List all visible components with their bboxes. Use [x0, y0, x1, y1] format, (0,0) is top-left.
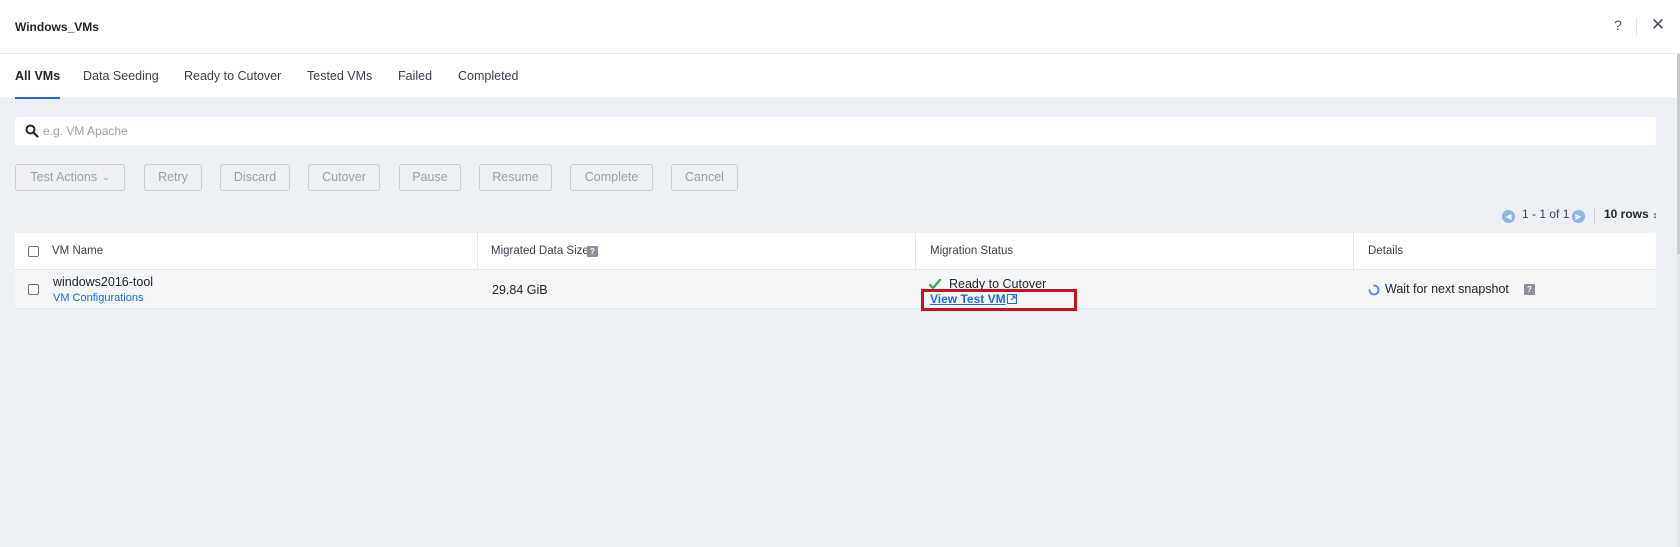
title-bar: Windows_VMs ? ✕	[0, 0, 1680, 54]
column-divider	[915, 233, 916, 270]
test-actions-button[interactable]: Test Actions ⌄	[15, 164, 125, 191]
header-migrated-size: Migrated Data Size	[491, 245, 589, 257]
tab-ready-to-cutover[interactable]: Ready to Cutover	[184, 69, 281, 99]
question-icon[interactable]: ?	[1610, 17, 1626, 37]
cancel-button[interactable]: Cancel	[671, 164, 738, 191]
row-checkbox[interactable]	[28, 284, 39, 295]
external-link-icon[interactable]	[1007, 294, 1017, 304]
discard-button[interactable]: Discard	[220, 164, 290, 191]
search-icon	[25, 124, 39, 138]
migrated-size-value: 29.84 GiB	[492, 283, 548, 297]
tab-bar: All VMs Data Seeding Ready to Cutover Te…	[0, 54, 1677, 99]
tab-failed[interactable]: Failed	[398, 69, 432, 99]
tab-all-vms[interactable]: All VMs	[15, 69, 61, 99]
chevron-left-icon[interactable]: ◀	[1502, 210, 1515, 223]
retry-button[interactable]: Retry	[144, 164, 202, 191]
title-divider	[1636, 18, 1637, 36]
table-row: windows2016-tool VM Configurations 29.84…	[15, 270, 1656, 311]
spinner-icon	[1368, 284, 1380, 296]
select-all-checkbox[interactable]	[28, 246, 39, 257]
details-text: Wait for next snapshot	[1385, 282, 1509, 296]
info-icon[interactable]: ?	[1524, 284, 1535, 295]
tab-tested-vms[interactable]: Tested VMs	[307, 69, 372, 99]
column-divider	[1353, 233, 1354, 270]
chevron-right-icon[interactable]: ▶	[1572, 210, 1585, 223]
tab-data-seeding[interactable]: Data Seeding	[83, 69, 159, 99]
close-icon[interactable]: ✕	[1648, 15, 1668, 37]
table-header: VM Name Migrated Data Size ? Migration S…	[15, 233, 1656, 270]
pagination-range: 1 - 1 of 1	[1522, 207, 1570, 221]
header-details: Details	[1368, 245, 1404, 257]
check-icon	[929, 278, 941, 290]
test-actions-label: Test Actions	[30, 170, 98, 184]
tab-completed[interactable]: Completed	[458, 69, 518, 99]
header-vm-name: VM Name	[52, 245, 104, 257]
search-bar	[15, 117, 1656, 145]
view-test-vm-link[interactable]: View Test VM	[930, 292, 1006, 306]
resume-button[interactable]: Resume	[479, 164, 552, 191]
vm-table: VM Name Migrated Data Size ? Migration S…	[15, 233, 1656, 311]
sort-caret-icon: ↕	[1652, 210, 1658, 220]
chevron-down-icon: ⌄	[102, 172, 110, 182]
migration-status-text: Ready to Cutover	[949, 277, 1047, 291]
search-input[interactable]	[43, 121, 1643, 141]
complete-button[interactable]: Complete	[570, 164, 653, 191]
pause-button[interactable]: Pause	[399, 164, 461, 191]
pagination-divider	[1594, 207, 1595, 224]
cutover-button[interactable]: Cutover	[308, 164, 380, 191]
rows-per-page-select[interactable]: 10 rows ↕	[1604, 207, 1657, 221]
vm-name: windows2016-tool	[53, 275, 154, 289]
rows-per-page-label: 10 rows	[1604, 207, 1649, 221]
column-divider	[477, 233, 478, 270]
header-migration-status: Migration Status	[930, 245, 1014, 257]
window-title: Windows_VMs	[15, 20, 99, 34]
info-icon[interactable]: ?	[587, 246, 598, 257]
vm-configurations-link[interactable]: VM Configurations	[53, 292, 144, 304]
